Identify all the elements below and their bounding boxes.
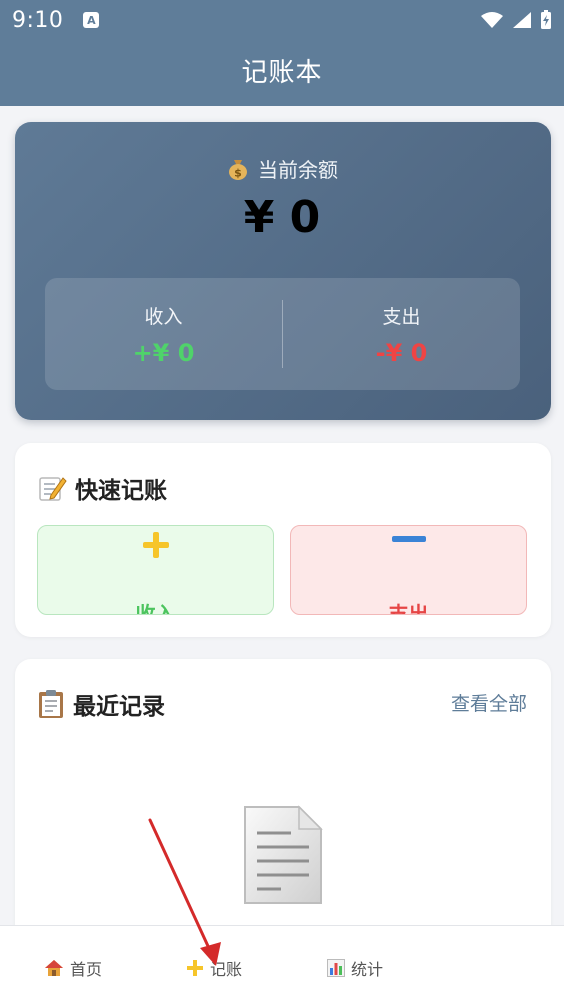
plus-icon (139, 528, 173, 562)
quick-entry-title: 快速记账 (75, 478, 167, 504)
expense-summary: 支出 -¥ 0 (283, 278, 520, 390)
nav-add-label: 记账 (210, 960, 243, 979)
expense-summary-value: -¥ 0 (375, 338, 428, 367)
add-income-label: 收入 (135, 602, 176, 615)
nav-item-home[interactable]: 首页 (44, 956, 102, 980)
income-summary-value: +¥ 0 (132, 338, 195, 367)
balance-label-row: $ 当前余额 (0, 154, 564, 183)
add-expense-label: 支出 (388, 602, 429, 615)
add-expense-button[interactable]: 支出 (290, 525, 527, 615)
nav-home-label: 首页 (70, 960, 103, 979)
income-summary-label: 收入 (144, 305, 183, 328)
add-income-button[interactable]: 收入 (37, 525, 274, 615)
status-indicators (480, 10, 552, 30)
clipboard-icon (39, 690, 63, 718)
app-header: 9:10 A 记账本 (0, 0, 564, 106)
income-expense-summary: 收入 +¥ 0 支出 -¥ 0 (45, 278, 520, 390)
wifi-icon (481, 12, 503, 28)
nav-item-add[interactable]: 记账 (186, 956, 242, 980)
money-bag-icon: $ (229, 159, 247, 180)
nav-stats-label: 统计 (351, 960, 384, 979)
battery-icon (541, 10, 551, 29)
view-all-link[interactable]: 查看全部 (451, 689, 527, 716)
notification-icon: A (83, 12, 100, 28)
signal-icon (513, 12, 531, 28)
quick-entry-title-row: 快速记账 (37, 471, 167, 505)
balance-value: ¥ 0 (243, 192, 321, 243)
bottom-nav: 首页 记账 统计 (0, 925, 564, 1004)
expense-summary-label: 支出 (382, 305, 421, 328)
recent-records-title: 最近记录 (73, 694, 165, 720)
memo-icon (39, 477, 67, 501)
page-title: 记账本 (241, 58, 323, 88)
bar-chart-icon (327, 959, 345, 977)
income-summary: 收入 +¥ 0 (45, 278, 282, 390)
recent-records-card: 最近记录 查看全部 (15, 659, 551, 959)
status-time: 9:10 (12, 7, 64, 33)
plus-icon (186, 959, 204, 977)
status-bar: 9:10 A (0, 0, 564, 40)
balance-label: 当前余额 (258, 158, 338, 182)
minus-icon (391, 536, 426, 542)
recent-records-title-row: 最近记录 (37, 687, 165, 721)
house-icon (45, 960, 63, 976)
document-icon (244, 805, 323, 904)
svg-text:$: $ (234, 166, 242, 179)
quick-entry-card: 快速记账 收入 支出 (15, 443, 551, 637)
nav-item-stats[interactable]: 统计 (327, 956, 383, 980)
